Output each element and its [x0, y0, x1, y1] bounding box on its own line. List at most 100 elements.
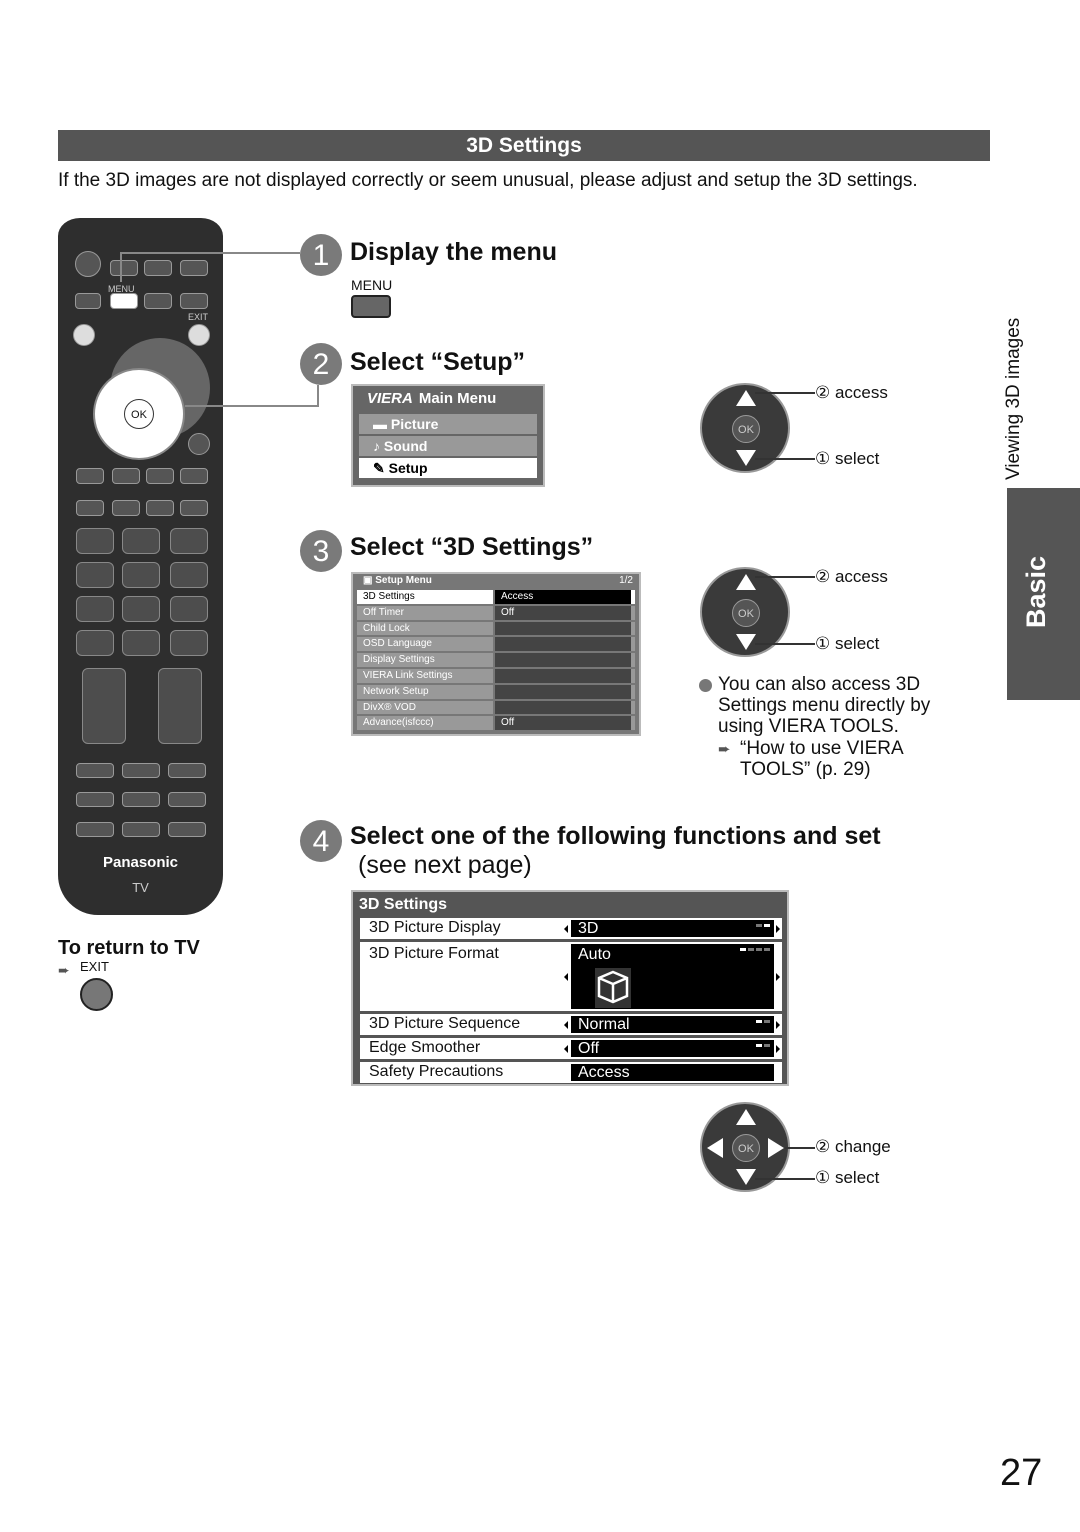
setting-edge-smoother[interactable]: Edge Smoother Off	[360, 1038, 782, 1059]
step-number: 3	[300, 530, 342, 572]
color-button[interactable]	[180, 500, 208, 516]
tv-label: TV	[132, 880, 149, 895]
playback-button[interactable]	[76, 792, 114, 807]
row-value: Off	[495, 605, 635, 620]
down-arrow-icon	[736, 450, 756, 466]
setup-icon: ▣	[363, 575, 376, 586]
setup-menu-row[interactable]: Child Lock	[357, 621, 635, 636]
setting-value: Normal	[578, 1016, 630, 1033]
top-button[interactable]	[144, 260, 172, 276]
button[interactable]	[75, 293, 101, 309]
volume-button[interactable]	[82, 668, 126, 744]
menu-item-picture[interactable]: ▬ Picture	[359, 414, 537, 434]
number-button[interactable]	[122, 562, 160, 588]
setting-3d-picture-display[interactable]: 3D Picture Display 3D	[360, 918, 782, 939]
setup-menu-row[interactable]: Advance(isfccc) Off	[357, 716, 635, 731]
music-note-icon: ♪	[373, 438, 384, 454]
channel-button[interactable]	[158, 668, 202, 744]
step-title: Select one of the following functions an…	[350, 822, 881, 850]
color-button[interactable]	[112, 468, 140, 484]
playback-button[interactable]	[76, 822, 114, 837]
color-button[interactable]	[76, 468, 104, 484]
section-header: 3D Settings	[58, 130, 990, 161]
setup-menu-row[interactable]: Off Timer Off	[357, 605, 635, 620]
playback-button[interactable]	[168, 763, 206, 778]
ok-button[interactable]: OK	[124, 399, 154, 429]
menu-item-setup[interactable]: ✎ Setup	[359, 458, 537, 478]
menu-button[interactable]	[351, 295, 391, 318]
exit-label: EXIT	[188, 312, 209, 322]
leader-line	[755, 576, 815, 578]
color-button[interactable]	[112, 500, 140, 516]
row-value	[495, 684, 635, 699]
button[interactable]	[180, 293, 208, 309]
playback-button[interactable]	[168, 792, 206, 807]
playback-button[interactable]	[168, 822, 206, 837]
color-button[interactable]	[76, 500, 104, 516]
setting-label: 3D Picture Display	[369, 919, 501, 936]
number-button[interactable]	[122, 528, 160, 554]
top-button[interactable]	[180, 260, 208, 276]
setup-menu-row[interactable]: Network Setup	[357, 684, 635, 699]
setting-value: Auto	[578, 946, 611, 963]
setup-menu-row[interactable]: VIERA Link Settings	[357, 668, 635, 683]
setting-label: 3D Picture Format	[369, 945, 499, 962]
main-menu-title: Main Menu	[418, 390, 497, 407]
setup-menu-title: Setup Menu	[375, 575, 432, 586]
step-subtitle: (see next page)	[358, 851, 532, 879]
return-button[interactable]	[188, 433, 210, 455]
setting-3d-picture-format[interactable]: 3D Picture Format Auto	[360, 942, 782, 1011]
setup-menu-row[interactable]: 3D Settings Access	[357, 590, 635, 604]
leader-line	[755, 643, 815, 645]
playback-button[interactable]	[122, 822, 160, 837]
number-button[interactable]	[76, 596, 114, 622]
menu-leader-line	[122, 252, 300, 254]
button[interactable]	[144, 293, 172, 309]
row-value	[495, 653, 635, 667]
exit-button[interactable]	[188, 324, 210, 346]
ok-button: OK	[732, 1134, 760, 1162]
setup-menu-row[interactable]: OSD Language	[357, 637, 635, 652]
number-button[interactable]	[76, 528, 114, 554]
playback-button[interactable]	[122, 792, 160, 807]
playback-button[interactable]	[76, 763, 114, 778]
number-button[interactable]	[122, 630, 160, 656]
input-button[interactable]	[110, 260, 138, 276]
power-button[interactable]	[75, 251, 101, 277]
leader-line	[755, 458, 815, 460]
bullet-icon	[699, 679, 712, 692]
color-button[interactable]	[146, 500, 174, 516]
exit-button[interactable]	[80, 978, 113, 1011]
up-arrow-icon	[736, 574, 756, 590]
setting-safety-precautions[interactable]: Safety Precautions Access	[360, 1062, 782, 1083]
row-label: Network Setup	[357, 684, 493, 699]
change-label: ② change	[815, 1137, 891, 1156]
menu-item-sound[interactable]: ♪ Sound	[359, 436, 537, 456]
setting-3d-picture-sequence[interactable]: 3D Picture Sequence Normal	[360, 1014, 782, 1035]
row-label: Advance(isfccc)	[357, 716, 493, 731]
number-button[interactable]	[170, 596, 208, 622]
number-button[interactable]	[170, 630, 208, 656]
number-button[interactable]	[170, 562, 208, 588]
right-arrow-icon	[776, 924, 780, 933]
right-arrow-icon	[776, 1044, 780, 1053]
dpad[interactable]: OK	[93, 368, 185, 460]
basic-tab: Basic	[1007, 488, 1080, 700]
menu-button[interactable]	[110, 293, 138, 309]
page-number: 27	[1000, 1452, 1043, 1494]
setting-value: 3D	[578, 920, 599, 937]
chapter-label: Viewing 3D images	[1003, 317, 1024, 480]
color-button[interactable]	[180, 468, 208, 484]
wrench-icon: ✎	[373, 460, 389, 476]
down-arrow-icon	[736, 1169, 756, 1185]
playback-button[interactable]	[122, 763, 160, 778]
setup-menu-row[interactable]: Display Settings	[357, 653, 635, 667]
row-value: Access	[495, 590, 635, 604]
number-button[interactable]	[170, 528, 208, 554]
option-button[interactable]	[73, 324, 95, 346]
number-button[interactable]	[76, 630, 114, 656]
number-button[interactable]	[76, 562, 114, 588]
setup-menu-row[interactable]: DivX® VOD	[357, 700, 635, 715]
color-button[interactable]	[146, 468, 174, 484]
number-button[interactable]	[122, 596, 160, 622]
